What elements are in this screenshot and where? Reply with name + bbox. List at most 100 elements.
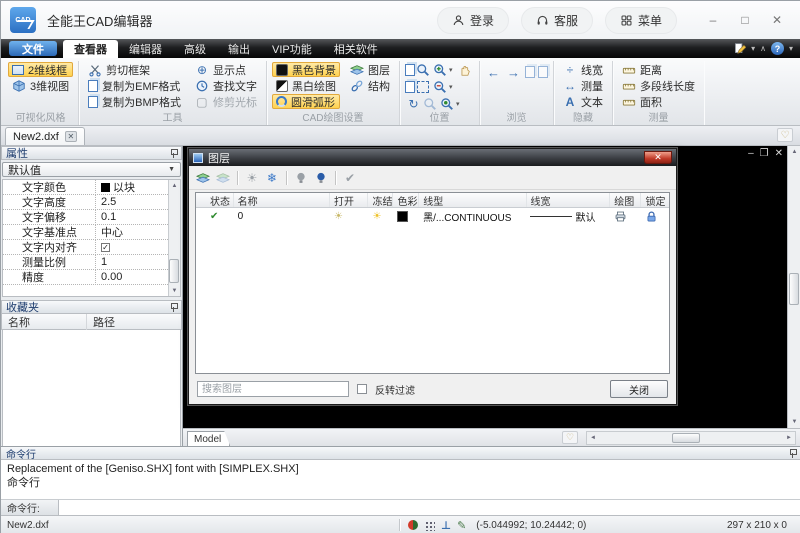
pin-icon[interactable]: [170, 149, 177, 158]
hide-lineweight-button[interactable]: ÷线宽: [559, 62, 607, 77]
tab-output[interactable]: 输出: [217, 39, 261, 58]
child-close-icon[interactable]: ✕: [775, 148, 783, 159]
scroll-down-icon[interactable]: ▼: [169, 285, 180, 296]
cascade-pages-icon[interactable]: [405, 64, 415, 76]
ortho-toggle-icon[interactable]: ⊥: [441, 519, 451, 532]
layer-linetype-cell[interactable]: 黑/...CONTINUOUS: [419, 208, 526, 225]
column-lineweight[interactable]: 线宽: [527, 193, 611, 207]
measure-area-button[interactable]: 面积: [618, 94, 699, 109]
child-restore-icon[interactable]: ❐: [760, 148, 769, 159]
bulb-off-icon[interactable]: [293, 170, 309, 186]
layers-dialog-close-button[interactable]: ✕: [644, 151, 672, 164]
annotate-pencil-icon[interactable]: [733, 42, 746, 55]
scrollbar-thumb[interactable]: [169, 259, 179, 283]
tab-advanced[interactable]: 高级: [173, 39, 217, 58]
column-color[interactable]: 色彩: [393, 193, 419, 207]
pencil-dropdown-caret[interactable]: ▾: [751, 44, 755, 53]
measure-polyline-length-button[interactable]: 多段线长度: [618, 78, 699, 93]
login-button[interactable]: 登录: [437, 7, 509, 34]
zoom-extents-button[interactable]: [415, 79, 432, 95]
layer-row-0[interactable]: ✔ 0 ☀ ☀ 黑/...CONTINUOUS 默认: [196, 208, 669, 225]
property-row-text-basepoint[interactable]: 文字基准点 中心: [3, 225, 180, 240]
scroll-right-icon[interactable]: ►: [783, 435, 795, 441]
property-row-measure-scale[interactable]: 测量比例 1: [3, 255, 180, 270]
pin-icon[interactable]: [789, 449, 796, 458]
show-points-button[interactable]: ⊕显示点: [191, 62, 261, 77]
minimize-button[interactable]: –: [699, 9, 727, 31]
tab-editor[interactable]: 编辑器: [118, 39, 173, 58]
apply-check-icon[interactable]: ✔: [342, 170, 358, 186]
column-lock[interactable]: 锁定: [641, 193, 669, 207]
property-row-precision[interactable]: 精度 0.00: [3, 270, 180, 285]
column-name[interactable]: 名称: [234, 193, 330, 207]
menu-button[interactable]: 菜单: [605, 7, 677, 34]
close-button[interactable]: ✕: [763, 9, 791, 31]
property-row-text-align[interactable]: 文字内对齐 ✓: [3, 240, 180, 255]
bulb-on-icon[interactable]: [313, 170, 329, 186]
zoom-scale-dropdown-caret[interactable]: ▾: [456, 100, 464, 108]
freeze-snowflake-icon[interactable]: ❄: [264, 170, 280, 186]
copy-emf-button[interactable]: 复制为EMF格式: [84, 78, 185, 93]
customer-service-button[interactable]: 客服: [521, 7, 593, 34]
help-dropdown-caret[interactable]: ▾: [789, 44, 793, 53]
layer-search-input[interactable]: [197, 381, 349, 397]
wireframe-2d-button[interactable]: 2维线框: [8, 62, 73, 77]
property-row-text-height[interactable]: 文字高度 2.5: [3, 195, 180, 210]
favorites-list[interactable]: [2, 330, 181, 450]
next-view-icon[interactable]: [538, 66, 548, 78]
tab-list-button[interactable]: ♡: [777, 128, 793, 142]
command-input[interactable]: [59, 500, 800, 515]
collapse-ribbon-icon[interactable]: ∧: [760, 44, 766, 53]
drawing-canvas[interactable]: – ❐ ✕ ▲ ▼ 图层 ✕ ☀ ❄: [183, 146, 800, 428]
pan-button[interactable]: [457, 62, 474, 78]
view-3d-button[interactable]: 3维视图: [8, 78, 73, 93]
layer-plot-cell[interactable]: [610, 208, 641, 225]
favorites-path-column[interactable]: 路径: [87, 314, 115, 330]
hide-text-button[interactable]: A文本: [559, 94, 607, 109]
scroll-up-icon[interactable]: ▲: [169, 180, 180, 191]
scroll-left-icon[interactable]: ◄: [587, 435, 599, 441]
scrollbar-thumb[interactable]: [789, 273, 799, 305]
scroll-up-icon[interactable]: ▲: [788, 146, 800, 158]
black-background-button[interactable]: 黑色背景: [272, 62, 340, 77]
layers-empty-area[interactable]: [196, 225, 669, 373]
help-icon[interactable]: ?: [771, 42, 784, 55]
measure-distance-button[interactable]: 距离: [618, 62, 699, 77]
osnap-toggle-icon[interactable]: [408, 520, 418, 530]
forward-arrow-icon[interactable]: →: [505, 64, 522, 80]
tab-related-software[interactable]: 相关软件: [323, 39, 389, 58]
column-plot[interactable]: 绘图: [610, 193, 641, 207]
previous-view-icon[interactable]: [525, 66, 535, 78]
scrollbar-thumb[interactable]: [672, 433, 700, 443]
layers-close-button[interactable]: 关闭: [610, 380, 668, 398]
checkbox-checked[interactable]: ✓: [101, 243, 110, 252]
column-open[interactable]: 打开: [330, 193, 368, 207]
property-row-text-color[interactable]: 文字颜色 以块: [3, 180, 180, 195]
bw-drawing-button[interactable]: 黑白绘图: [272, 78, 340, 93]
layer-open-sun-icon[interactable]: ☀: [330, 208, 368, 225]
grid-toggle-icon[interactable]: [424, 520, 435, 531]
smooth-arc-button[interactable]: 圆滑弧形: [272, 94, 340, 109]
column-linetype[interactable]: 线型: [419, 193, 526, 207]
delete-layer-icon[interactable]: [215, 170, 231, 186]
polar-toggle-icon[interactable]: ✎: [457, 519, 466, 532]
properties-scrollbar[interactable]: ▲ ▼: [168, 180, 180, 296]
layers-button[interactable]: 图层: [346, 62, 394, 77]
canvas-horizontal-scrollbar[interactable]: ◄ ►: [586, 431, 796, 445]
layout-list-button[interactable]: ♡: [562, 431, 578, 444]
invert-filter-checkbox[interactable]: [357, 384, 367, 394]
pin-icon[interactable]: [170, 303, 177, 312]
tab-viewer[interactable]: 查看器: [63, 40, 118, 58]
find-text-button[interactable]: 查找文字: [191, 78, 261, 93]
layer-lock-cell[interactable]: [641, 208, 669, 225]
scroll-down-icon[interactable]: ▼: [788, 416, 800, 428]
clip-frame-button[interactable]: 剪切框架: [84, 62, 185, 77]
document-tab-new2[interactable]: New2.dxf ✕: [5, 127, 85, 145]
layers-dialog-titlebar[interactable]: 图层 ✕: [189, 149, 676, 166]
hide-measure-button[interactable]: ↔测量: [559, 78, 607, 93]
layer-on-sun-icon[interactable]: ☀: [244, 170, 260, 186]
model-tab[interactable]: Model: [187, 431, 230, 446]
new-layer-icon[interactable]: [195, 170, 211, 186]
back-arrow-icon[interactable]: ←: [485, 64, 502, 80]
document-tab-close-icon[interactable]: ✕: [65, 131, 77, 142]
